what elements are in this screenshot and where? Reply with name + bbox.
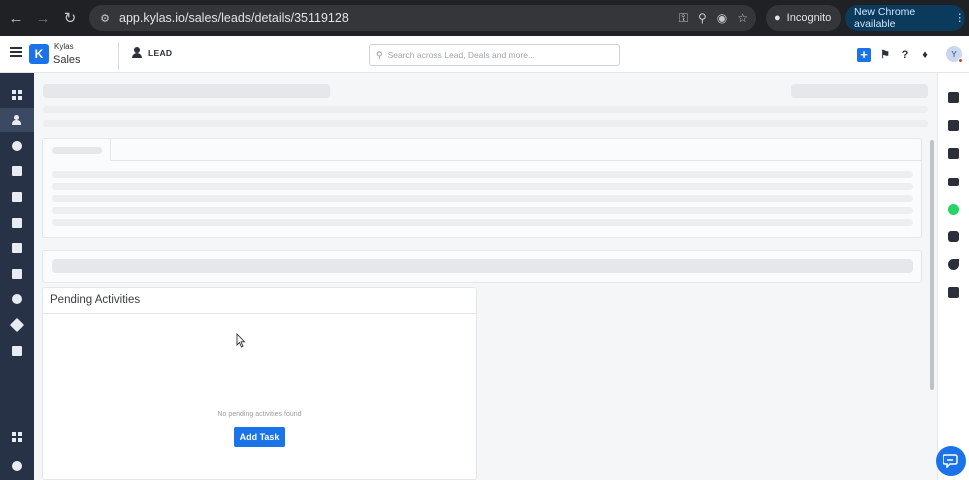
back-icon[interactable]: ← <box>5 7 27 29</box>
incognito-icon: ● <box>774 12 781 24</box>
avatar-initial: Y <box>951 49 957 59</box>
calendar-icon[interactable] <box>948 148 959 159</box>
avatar[interactable]: Y <box>946 46 963 63</box>
sidebar-item-contacts[interactable] <box>0 159 34 183</box>
sidebar-item-documents[interactable] <box>0 211 34 235</box>
empty-state-message: No pending activities found <box>217 411 302 418</box>
sidebar-item-tasks[interactable] <box>0 236 34 260</box>
skeleton-line <box>52 171 913 178</box>
quick-add-button[interactable]: + <box>857 47 871 62</box>
lead-person-icon <box>132 47 142 58</box>
reload-icon[interactable]: ↻ <box>59 7 81 29</box>
companies-icon <box>12 192 22 202</box>
pending-activities-title: Pending Activities <box>50 294 141 306</box>
sidebar-item-companies[interactable] <box>0 185 34 209</box>
update-chrome-button[interactable]: New Chrome available ⋮ <box>845 5 965 31</box>
reports-icon <box>12 346 22 356</box>
app-header: K Kylas Sales LEAD ⚲ + ⚑ ? ♦ Y <box>0 36 969 73</box>
sidebar-item-dashboard[interactable] <box>0 83 34 107</box>
workflow-icon <box>12 294 22 304</box>
more-menu-icon[interactable]: ⋮ <box>955 12 966 24</box>
apps-grid-icon <box>12 432 22 442</box>
dashboard-icon <box>12 90 22 100</box>
right-rail <box>937 73 969 480</box>
mouse-cursor-icon <box>236 333 246 348</box>
sidebar-item-apps[interactable] <box>0 425 34 449</box>
sidebar-item-reports[interactable] <box>0 339 34 363</box>
tab-skeleton[interactable] <box>43 139 111 161</box>
skeleton-tab-label <box>52 147 102 154</box>
incognito-label: Incognito <box>786 12 832 24</box>
contacts-icon <box>12 166 22 176</box>
sidebar-item-deals[interactable] <box>0 134 34 158</box>
search-input[interactable] <box>387 50 608 60</box>
sidebar-item-calendar[interactable] <box>0 262 34 286</box>
skeleton-line <box>52 183 913 190</box>
email-icon[interactable] <box>948 178 959 186</box>
skeleton-actions <box>791 84 928 98</box>
skeleton-line <box>52 207 913 214</box>
divider <box>43 313 476 314</box>
brand-name: Kylas <box>54 42 74 51</box>
page-title: LEAD <box>148 48 173 58</box>
calendar-icon <box>12 269 22 279</box>
star-icon[interactable]: ☆ <box>737 11 748 25</box>
announcement-icon[interactable]: ⚑ <box>879 48 891 62</box>
skeleton-line <box>52 219 913 226</box>
skeleton-line <box>43 120 928 127</box>
menu-icon[interactable] <box>10 47 22 57</box>
sidebar-item-workflow[interactable] <box>0 287 34 311</box>
sidebar-item-campaigns[interactable] <box>0 313 34 337</box>
sidebar-item-settings[interactable] <box>0 454 34 478</box>
url-text[interactable]: app.kylas.io/sales/leads/details/3511912… <box>119 11 349 25</box>
address-bar[interactable]: ⚙ app.kylas.io/sales/leads/details/35119… <box>89 5 756 31</box>
site-info-icon[interactable]: ⚙ <box>97 12 113 25</box>
skeleton-summary <box>52 259 913 273</box>
tasks-icon[interactable] <box>948 120 959 131</box>
whatsapp-icon[interactable] <box>948 204 959 215</box>
skeleton-line <box>52 195 913 202</box>
left-sidebar <box>0 73 34 480</box>
chat-icon[interactable] <box>948 231 959 242</box>
files-icon[interactable] <box>948 287 959 298</box>
kylas-logo-icon[interactable]: K <box>29 44 49 64</box>
add-task-button[interactable]: Add Task <box>234 427 285 447</box>
scrollbar[interactable] <box>930 140 934 390</box>
support-chat-button[interactable] <box>936 446 966 476</box>
chat-bubble-icon <box>943 454 958 468</box>
phone-icon[interactable] <box>948 259 959 270</box>
skeleton-line <box>43 106 928 113</box>
key-icon[interactable]: ⚿ <box>679 11 688 26</box>
pending-activities-card <box>42 287 477 480</box>
campaign-icon <box>9 317 25 333</box>
tab-strip <box>43 139 921 161</box>
update-label: New Chrome available <box>854 6 916 30</box>
eye-off-icon[interactable]: ◉ <box>717 11 727 25</box>
help-icon[interactable]: ? <box>899 48 911 62</box>
global-search[interactable]: ⚲ <box>369 44 620 66</box>
incognito-indicator[interactable]: ● Incognito <box>766 5 842 31</box>
tasks-icon <box>12 243 22 253</box>
notification-dot <box>958 58 963 63</box>
forward-icon[interactable]: → <box>32 7 54 29</box>
header-divider <box>118 42 119 70</box>
zoom-icon[interactable]: ⚲ <box>698 11 707 25</box>
skeleton-title <box>43 84 330 98</box>
settings-icon <box>12 461 22 471</box>
notes-icon[interactable] <box>948 92 959 103</box>
notifications-bell-icon[interactable]: ♦ <box>919 48 931 62</box>
deals-icon <box>12 141 22 151</box>
product-name: Sales <box>53 54 81 66</box>
sidebar-item-leads[interactable] <box>0 108 34 132</box>
documents-icon <box>12 218 22 228</box>
leads-icon <box>12 115 22 125</box>
search-icon: ⚲ <box>376 49 383 60</box>
